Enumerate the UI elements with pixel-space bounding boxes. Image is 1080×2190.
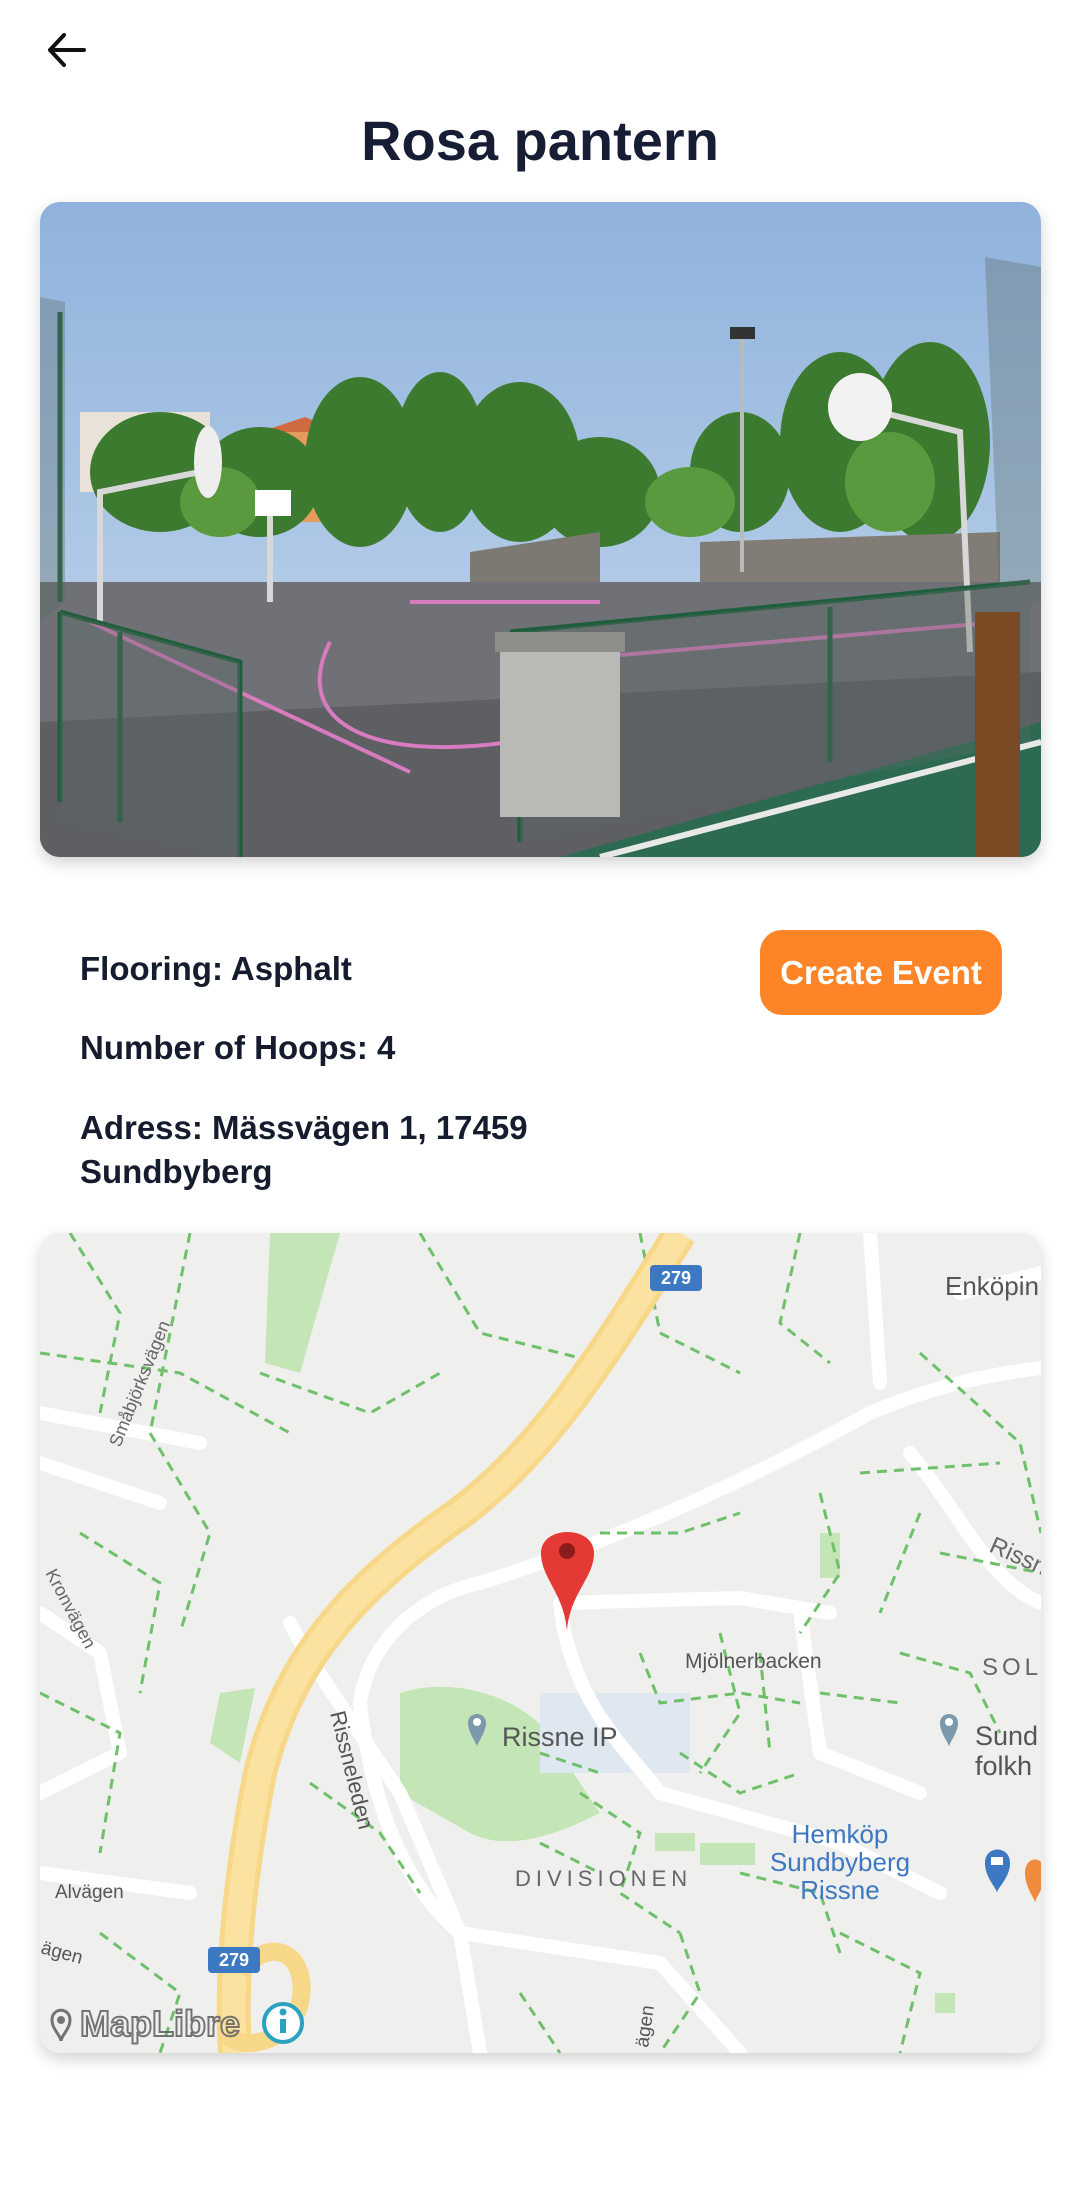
address-text: Adress: Mässvägen 1, 17459 Sundbyberg — [80, 1109, 528, 1190]
maplibre-logo: MapLibre — [50, 2002, 241, 2045]
court-photo — [40, 202, 1041, 857]
map-label-enkoping: Enköpin — [945, 1271, 1039, 1301]
map-label-mjolnerbacken: Mjölnerbacken — [685, 1650, 822, 1673]
hoops-count-text: Number of Hoops: 4 — [80, 1029, 396, 1066]
page-title: Rosa pantern — [361, 109, 719, 172]
arrow-left-icon — [48, 33, 86, 67]
map-label-alvagen: Alvägen — [55, 1882, 124, 1903]
create-event-button[interactable]: Create Event — [760, 930, 1002, 1015]
maplibre-text: MapLibre — [80, 2003, 240, 2044]
map-label-hemkop-3: Rissne — [800, 1875, 879, 1905]
map-label-sund-2: folkh — [975, 1751, 1032, 1781]
info-icon — [262, 2002, 304, 2044]
back-button[interactable] — [36, 20, 96, 80]
map-label-divisionen: DIVISIONEN — [515, 1866, 692, 1891]
map-label-hemkop-2: Sundbyberg — [770, 1847, 910, 1877]
map-view[interactable]: 279 279 Enköpin Småbjörksvägen Kronvägen… — [40, 1233, 1041, 2053]
flooring-text: Flooring: Asphalt — [80, 950, 352, 987]
road-shield-279-bottom: 279 — [219, 1950, 249, 1970]
map-label-sund-1: Sund — [975, 1721, 1038, 1751]
map-label-hemkop-1: Hemköp — [792, 1819, 889, 1849]
road-shield-279-top: 279 — [661, 1268, 691, 1288]
map-label-sol: SOL — [982, 1654, 1041, 1681]
map-label-rissne-ip: Rissne IP — [502, 1722, 618, 1752]
